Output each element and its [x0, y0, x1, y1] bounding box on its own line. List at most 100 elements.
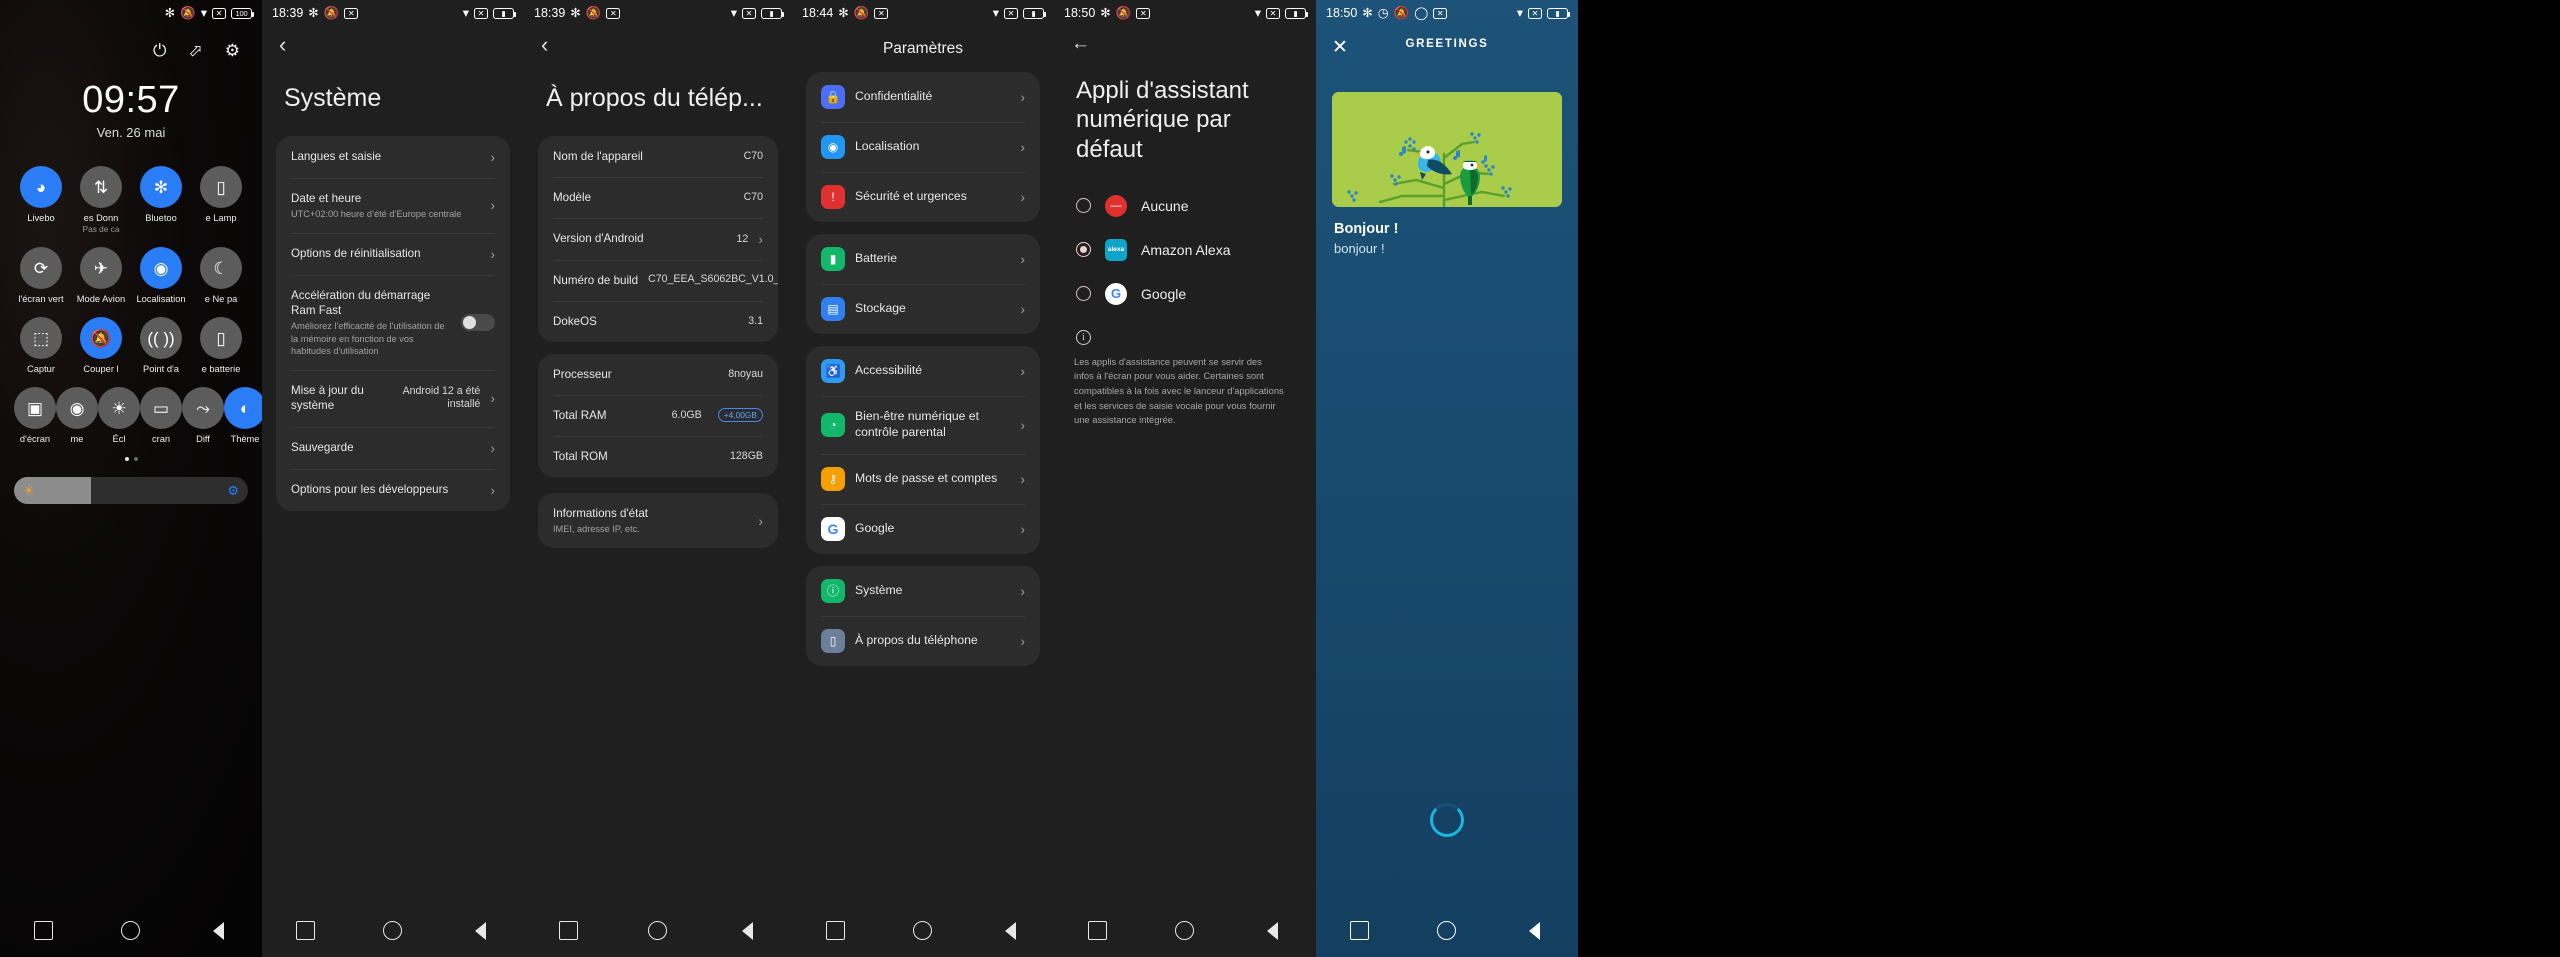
tile-share[interactable]: ⤳ Diff	[182, 387, 224, 444]
wifi-icon: ▾	[462, 5, 469, 20]
chevron-right-icon: ›	[490, 245, 495, 262]
bluetooth-icon: ✻	[838, 5, 849, 20]
back-button[interactable]: ←	[1054, 26, 1090, 53]
tile-bluetooth[interactable]: ✻ Bluetoo	[134, 166, 188, 234]
chevron-right-icon: ›	[1020, 520, 1025, 537]
settings-item-label: Localisation	[855, 139, 920, 154]
back-button[interactable]	[736, 920, 758, 942]
back-button[interactable]: ‹	[262, 26, 286, 56]
tile-rotation-lock[interactable]: ⟳ l'écran vert	[14, 247, 68, 304]
tile-location[interactable]: ◉ Localisation	[134, 247, 188, 304]
settings-item-mots-de-passe-comptes[interactable]: ⚷ Mots de passe et comptes ›	[806, 453, 1040, 504]
settings-item-a-propos-du-telephone[interactable]: ▯ À propos du téléphone ›	[806, 615, 1040, 666]
gear-icon[interactable]: ⚙	[227, 483, 239, 499]
home-button[interactable]	[1174, 920, 1196, 942]
tile-screen-record[interactable]: ▣ d'écran	[14, 387, 56, 444]
gear-icon[interactable]: ⚙	[225, 42, 240, 59]
assistant-option-amazon-alexa[interactable]: alexa Amazon Alexa	[1054, 228, 1316, 272]
alexa-listening-orb[interactable]	[1430, 803, 1464, 837]
statusbar-right: ▾ ✕ ▮	[1255, 7, 1308, 20]
statusbar-time: 18:50	[1326, 6, 1358, 20]
settings-item-google[interactable]: G Google ›	[806, 503, 1040, 554]
recents-button[interactable]	[558, 920, 580, 942]
radio-button[interactable]	[1076, 198, 1091, 214]
tile-airplane-mode[interactable]: ✈ Mode Avion	[74, 247, 128, 304]
screenshot-icon: ⬚	[20, 317, 62, 359]
radio-button[interactable]	[1076, 242, 1091, 258]
row-value: C70_EEA_S6062BC_V1.0_20230330V08	[648, 273, 778, 286]
row-options-developpeurs[interactable]: Options pour les développeurs ›	[276, 468, 510, 511]
settings-item-securite-urgences[interactable]: ! Sécurité et urgences ›	[806, 172, 1040, 222]
row-sublabel: IMEI, adresse IP, etc.	[553, 524, 640, 534]
bluetooth-icon: ✻	[308, 5, 319, 20]
page-dot-2[interactable]	[133, 457, 138, 461]
tile-flashlight[interactable]: ▯ e Lamp	[194, 166, 248, 234]
tile-label: Bluetoo	[145, 213, 177, 223]
tile-auto-brightness[interactable]: ☀ Écl	[98, 387, 140, 444]
radio-button[interactable]	[1076, 286, 1091, 302]
back-button[interactable]	[207, 920, 229, 942]
recents-button[interactable]	[295, 920, 317, 942]
assistant-option-google[interactable]: G Google	[1054, 272, 1316, 316]
brightness-slider[interactable]: ☀ ⚙	[14, 477, 248, 504]
tile-cast[interactable]: ▭ cran	[140, 387, 182, 444]
tile-do-not-disturb[interactable]: ☾ e Ne pa	[194, 247, 248, 304]
settings-item-accessibilite[interactable]: ♿ Accessibilité ›	[806, 346, 1040, 396]
back-button[interactable]	[469, 920, 491, 942]
statusbar-left: 18:50 ✻ 🔕 ✕	[1064, 5, 1151, 20]
screen-record-icon: ▣	[14, 387, 56, 429]
info-icon[interactable]: i	[1076, 329, 1091, 345]
home-button[interactable]	[647, 920, 669, 942]
tile-screenshot[interactable]: ⬚ Captur	[14, 317, 68, 374]
back-button[interactable]	[1261, 920, 1283, 942]
back-button[interactable]	[999, 920, 1021, 942]
settings-item-label: Système	[855, 582, 903, 597]
tile-battery-saver[interactable]: ▯ e batterie	[194, 317, 248, 374]
row-options-de-reinitialisation[interactable]: Options de réinitialisation ›	[276, 232, 510, 275]
page-dot-1[interactable]	[124, 457, 129, 461]
settings-item-confidentialite[interactable]: 🔒 Confidentialité ›	[806, 72, 1040, 122]
tile-mute[interactable]: 🔕 Couper l	[74, 317, 128, 374]
back-button[interactable]	[1523, 920, 1545, 942]
settings-item-localisation[interactable]: ◉ Localisation ›	[806, 122, 1040, 172]
ram-fast-toggle[interactable]	[461, 314, 495, 332]
home-button[interactable]	[912, 920, 934, 942]
circle-icon	[913, 921, 933, 940]
row-mise-a-jour-systeme[interactable]: Mise à jour du système Android 12 a été …	[276, 370, 510, 426]
bell-muted-icon: 🔕	[1115, 5, 1132, 20]
home-button[interactable]	[382, 920, 404, 942]
statusbar-right: ▾ ✕ ▮	[462, 5, 516, 20]
recents-button[interactable]	[33, 920, 55, 942]
row-nom-de-lappareil[interactable]: Nom de l'appareil C70	[538, 136, 778, 177]
row-langues-et-saisie[interactable]: Langues et saisie ›	[276, 136, 510, 178]
row-sauvegarde[interactable]: Sauvegarde ›	[276, 426, 510, 469]
battery-icon: ▮	[493, 7, 516, 19]
back-button[interactable]: ‹	[524, 26, 548, 56]
tile-wifi[interactable]: ◕ Livebo	[14, 166, 68, 234]
settings-item-bien-etre-numerique[interactable]: ◔ Bien-être numérique et contrôle parent…	[806, 396, 1040, 454]
row-label: Accélération du démarrage Ram Fast	[291, 288, 431, 318]
tile-theme[interactable]: ◐ Thème	[224, 387, 262, 444]
home-button[interactable]	[1436, 920, 1458, 942]
tile-eye-comfort[interactable]: ◉ me	[56, 387, 98, 444]
assistant-option-aucune[interactable]: — Aucune	[1054, 184, 1316, 228]
row-value: 128GB	[730, 450, 763, 463]
row-informations-detat[interactable]: Informations d'état IMEI, adresse IP, et…	[538, 493, 778, 548]
row-ram-fast[interactable]: Accélération du démarrage Ram Fast Améli…	[276, 274, 510, 370]
row-version-android[interactable]: Version d'Android 12 ›	[538, 217, 778, 260]
edit-icon[interactable]: ⬀	[189, 42, 203, 59]
home-button[interactable]	[120, 920, 142, 942]
panel-settings-list: 18:44 ✻ 🔕 ✕ ▾ ✕ ▮ Paramètres 🔒 Confident…	[792, 0, 1054, 957]
recents-button[interactable]	[825, 920, 847, 942]
settings-item-stockage[interactable]: ▤ Stockage ›	[806, 284, 1040, 334]
wifi-icon: ◕	[20, 166, 62, 208]
chevron-right-icon: ›	[1020, 139, 1025, 155]
power-icon[interactable]: ⏻	[153, 42, 166, 59]
row-date-et-heure[interactable]: Date et heure UTC+02:00 heure d’été d’Eu…	[276, 177, 510, 233]
recents-button[interactable]	[1349, 920, 1371, 942]
settings-item-systeme[interactable]: ⓘ Système ›	[806, 566, 1040, 616]
tile-hotspot[interactable]: (( )) Point d'a	[134, 317, 188, 374]
recents-button[interactable]	[1087, 920, 1109, 942]
settings-item-batterie[interactable]: ▮ Batterie ›	[806, 234, 1040, 284]
tile-mobile-data[interactable]: ⇅ es Donn Pas de ca	[74, 166, 128, 234]
